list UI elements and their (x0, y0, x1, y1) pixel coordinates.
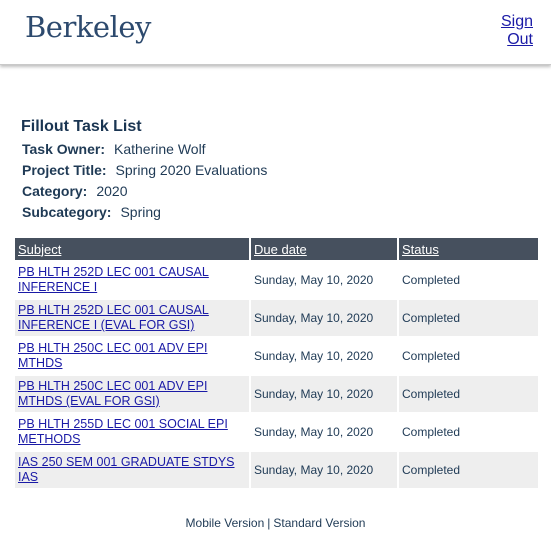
due-date-cell: Sunday, May 10, 2020 (251, 412, 399, 450)
status-cell: Completed (399, 298, 538, 336)
top-header: Berkeley Sign Out (0, 0, 551, 65)
subject-cell: IAS 250 SEM 001 GRADUATE STDYS IAS (15, 450, 251, 488)
subject-link[interactable]: PB HLTH 252D LEC 001 CAUSAL INFERENCE I … (18, 303, 247, 333)
subcategory-row: Subcategory: Spring (22, 204, 161, 220)
due-date-cell: Sunday, May 10, 2020 (251, 336, 399, 374)
status-cell: Completed (399, 336, 538, 374)
status-cell: Completed (399, 374, 538, 412)
subject-link[interactable]: PB HLTH 255D LEC 001 SOCIAL EPI METHODS (18, 417, 247, 447)
subcategory-value: Spring (120, 204, 161, 220)
subject-cell: PB HLTH 250C LEC 001 ADV EPI MTHDS (EVAL… (15, 374, 251, 412)
table-row: PB HLTH 255D LEC 001 SOCIAL EPI METHODS … (15, 412, 538, 450)
mobile-version-link[interactable]: Mobile Version (186, 516, 265, 530)
due-date-cell: Sunday, May 10, 2020 (251, 298, 399, 336)
footer-links: Mobile Version | Standard Version (0, 516, 551, 530)
table-row: PB HLTH 252D LEC 001 CAUSAL INFERENCE I … (15, 298, 538, 336)
table-row: IAS 250 SEM 001 GRADUATE STDYS IAS Sunda… (15, 450, 538, 488)
task-owner-label: Task Owner: (22, 141, 105, 157)
subject-link[interactable]: PB HLTH 252D LEC 001 CAUSAL INFERENCE I (18, 265, 247, 295)
category-value: 2020 (96, 183, 128, 199)
status-cell: Completed (399, 260, 538, 298)
berkeley-logo: Berkeley (25, 10, 151, 44)
column-header-subject[interactable]: Subject (15, 238, 251, 260)
project-title-label: Project Title: (22, 162, 107, 178)
status-cell: Completed (399, 450, 538, 488)
due-date-cell: Sunday, May 10, 2020 (251, 450, 399, 488)
subject-link[interactable]: IAS 250 SEM 001 GRADUATE STDYS IAS (18, 455, 247, 485)
subject-cell: PB HLTH 250C LEC 001 ADV EPI MTHDS (15, 336, 251, 374)
table-row: PB HLTH 250C LEC 001 ADV EPI MTHDS (EVAL… (15, 374, 538, 412)
subcategory-label: Subcategory: (22, 204, 112, 220)
footer-separator: | (267, 516, 271, 530)
subject-link[interactable]: PB HLTH 250C LEC 001 ADV EPI MTHDS (EVAL… (18, 379, 247, 409)
subject-cell: PB HLTH 252D LEC 001 CAUSAL INFERENCE I (15, 260, 251, 298)
subject-link[interactable]: PB HLTH 250C LEC 001 ADV EPI MTHDS (18, 341, 247, 371)
sign-out-line2: Out (507, 31, 533, 48)
task-owner-value: Katherine Wolf (114, 141, 206, 157)
category-row: Category: 2020 (22, 183, 128, 199)
sign-out-link[interactable]: Sign Out (483, 13, 533, 49)
due-date-cell: Sunday, May 10, 2020 (251, 260, 399, 298)
table-header-row: Subject Due date Status (15, 238, 538, 260)
column-header-due-date[interactable]: Due date (251, 238, 399, 260)
table-row: PB HLTH 250C LEC 001 ADV EPI MTHDS Sunda… (15, 336, 538, 374)
table-row: PB HLTH 252D LEC 001 CAUSAL INFERENCE I … (15, 260, 538, 298)
column-header-status[interactable]: Status (399, 238, 538, 260)
subject-cell: PB HLTH 255D LEC 001 SOCIAL EPI METHODS (15, 412, 251, 450)
page-title: Fillout Task List (21, 118, 142, 135)
status-cell: Completed (399, 412, 538, 450)
task-owner-row: Task Owner: Katherine Wolf (22, 141, 206, 157)
sign-out-line1: Sign (500, 13, 533, 30)
category-label: Category: (22, 183, 88, 199)
project-title-value: Spring 2020 Evaluations (115, 162, 268, 178)
project-title-row: Project Title: Spring 2020 Evaluations (22, 162, 267, 178)
due-date-cell: Sunday, May 10, 2020 (251, 374, 399, 412)
subject-cell: PB HLTH 252D LEC 001 CAUSAL INFERENCE I … (15, 298, 251, 336)
task-table: Subject Due date Status PB HLTH 252D LEC… (15, 238, 538, 488)
standard-version-link[interactable]: Standard Version (273, 516, 365, 530)
